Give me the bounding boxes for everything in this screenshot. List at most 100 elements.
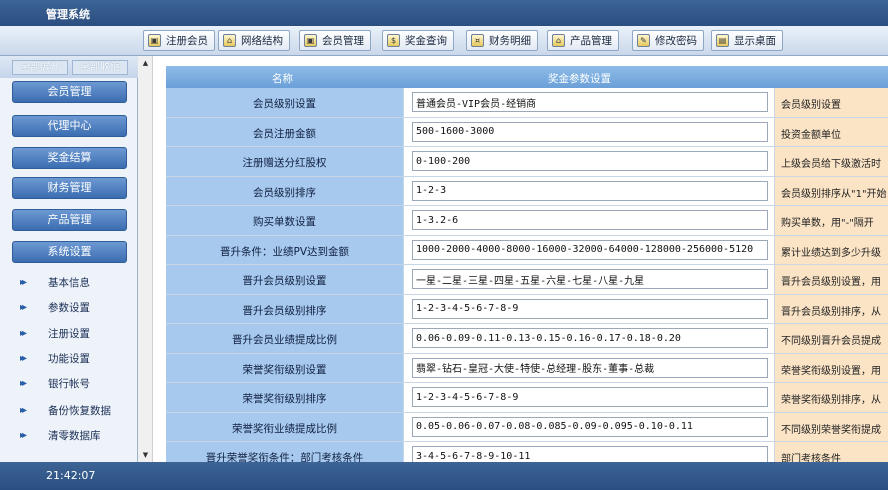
parameter-value-cell	[404, 206, 775, 235]
sidebar-menu-agent-center[interactable]: 代理中心	[12, 115, 127, 137]
parameter-value-input[interactable]	[412, 446, 768, 462]
show-desktop-button[interactable]: ▤ 显示桌面	[711, 30, 783, 51]
parameter-note: 累计业绩达到多少升级	[775, 235, 888, 264]
parameter-value-input[interactable]	[412, 387, 768, 407]
sidebar-menu-product[interactable]: 产品管理	[12, 209, 127, 231]
parameter-name: 荣誉奖衔级别设置	[166, 353, 404, 382]
sidebar-item-label: 注册设置	[48, 327, 90, 340]
parameter-value-cell	[404, 235, 775, 264]
parameter-value-input[interactable]	[412, 239, 768, 260]
scroll-up-icon[interactable]: ▲	[138, 56, 153, 70]
network-structure-button[interactable]: ⌂ 网络结构	[218, 30, 290, 51]
parameter-name: 晋升会员业绩提成比例	[166, 324, 404, 353]
vertical-scrollbar[interactable]: ▲ ▼	[138, 56, 153, 462]
member-management-button[interactable]: ▣ 会员管理	[299, 30, 371, 51]
scroll-down-icon[interactable]: ▼	[138, 448, 153, 462]
table-row: 购买单数设置 购买单数，用"-"隔开	[166, 206, 888, 236]
parameter-name: 晋升荣誉奖衔条件：部门考核条件	[166, 442, 404, 462]
parameter-note: 投资金额单位	[775, 117, 888, 146]
parameter-note: 荣誉奖衔级别设置，用	[775, 353, 888, 382]
table-row: 注册赠送分红股权 上级会员给下级激活时	[166, 147, 888, 177]
parameter-note: 会员级别排序从"1"开始	[775, 176, 888, 205]
parameter-value-input[interactable]	[412, 180, 768, 201]
parameter-name: 注册赠送分红股权	[166, 147, 404, 176]
finance-icon: ¤	[471, 34, 484, 47]
parameter-value-cell	[404, 294, 775, 323]
parameter-note: 不同级别荣誉奖衔提成	[775, 412, 888, 441]
parameter-value-input[interactable]	[412, 328, 768, 348]
toolbar: ▣ 注册会员 ⌂ 网络结构 ▣ 会员管理 $ 奖金查询 ¤ 财务明细 ⌂ 产品管…	[0, 26, 888, 56]
parameter-value-cell	[404, 176, 775, 205]
password-icon: ✎	[637, 34, 650, 47]
register-member-label: 注册会员	[166, 35, 208, 47]
change-password-button[interactable]: ✎ 修改密码	[632, 30, 704, 51]
status-time: 21:42:07	[46, 469, 96, 482]
show-desktop-label: 显示桌面	[734, 35, 776, 47]
app-title: 管理系统	[46, 8, 90, 21]
parameter-value-input[interactable]	[412, 121, 768, 142]
sidebar-item-bank-account[interactable]: ▸▸ 银行帐号	[20, 375, 90, 391]
product-icon: ⌂	[552, 34, 565, 47]
product-management-button[interactable]: ⌂ 产品管理	[547, 30, 619, 51]
table-row: 荣誉奖衔级别设置 荣誉奖衔级别设置，用	[166, 353, 888, 383]
parameter-value-cell	[404, 383, 775, 412]
parameter-value-input[interactable]	[412, 210, 768, 230]
sidebar-item-function-settings[interactable]: ▸▸ 功能设置	[20, 350, 90, 366]
parameter-name: 晋升会员级别设置	[166, 265, 404, 294]
collapse-all-button[interactable]: 全部收缩	[72, 60, 128, 75]
bonus-parameters-table: 名称 奖金参数设置 会员级别设置 会员级别设置会员注册金额 投资金额单位注册赠送分红…	[166, 66, 888, 462]
table-row: 晋升条件：业绩PV达到金额 累计业绩达到多少升级	[166, 235, 888, 265]
parameter-value-cell	[404, 265, 775, 294]
sidebar-item-label: 清零数据库	[48, 429, 101, 442]
register-member-button[interactable]: ▣ 注册会员	[143, 30, 215, 51]
parameter-note: 不同级别晋升会员提成	[775, 324, 888, 353]
table-row: 晋升荣誉奖衔条件：部门考核条件 部门考核条件	[166, 442, 888, 462]
parameter-value-cell	[404, 117, 775, 146]
parameter-value-input[interactable]	[412, 416, 768, 437]
sidebar-item-label: 参数设置	[48, 301, 90, 314]
table-row: 荣誉奖衔业绩提成比例 不同级别荣誉奖衔提成	[166, 412, 888, 442]
parameter-name: 晋升条件：业绩PV达到金额	[166, 235, 404, 264]
double-arrow-icon: ▸▸	[20, 327, 27, 339]
parameter-name: 荣誉奖衔级别排序	[166, 383, 404, 412]
sidebar-menu-bonus-settlement[interactable]: 奖金结算	[12, 147, 127, 169]
bonus-query-button[interactable]: $ 奖金查询	[382, 30, 454, 51]
table-row: 晋升会员级别设置 晋升会员级别设置，用	[166, 265, 888, 295]
network-icon: ⌂	[223, 34, 236, 47]
user-add-icon: ▣	[148, 34, 161, 47]
sidebar-item-clear-database[interactable]: ▸▸ 清零数据库	[20, 427, 101, 443]
sidebar-item-basic-info[interactable]: ▸▸ 基本信息	[20, 274, 90, 290]
parameter-value-input[interactable]	[412, 269, 768, 289]
table-row: 会员注册金额 投资金额单位	[166, 117, 888, 147]
sidebar-menu-member-management[interactable]: 会员管理	[12, 81, 127, 103]
parameter-note: 荣誉奖衔级别排序，从	[775, 383, 888, 412]
expand-all-button[interactable]: 全部展开	[12, 60, 68, 75]
parameter-name: 会员注册金额	[166, 117, 404, 146]
double-arrow-icon: ▸▸	[20, 301, 27, 313]
sidebar-item-registration-settings[interactable]: ▸▸ 注册设置	[20, 325, 90, 341]
parameter-note: 晋升会员级别设置，用	[775, 265, 888, 294]
table-header: 名称 奖金参数设置	[166, 66, 888, 88]
parameter-value-input[interactable]	[412, 92, 768, 112]
parameter-note: 会员级别设置	[775, 88, 888, 117]
sidebar-item-backup-restore[interactable]: ▸▸ 备份恢复数据	[20, 402, 111, 418]
sidebar-item-parameter-settings[interactable]: ▸▸ 参数设置	[20, 299, 90, 315]
table-row: 晋升会员级别排序 晋升会员级别排序，从	[166, 294, 888, 324]
change-password-label: 修改密码	[655, 35, 697, 47]
double-arrow-icon: ▸▸	[20, 352, 27, 364]
sidebar-item-label: 银行帐号	[48, 377, 90, 390]
parameter-value-input[interactable]	[412, 357, 768, 378]
main-content: ▲ ▼ 名称 奖金参数设置 会员级别设置 会员级别设置会员注册金额 投资金额单位注册…	[138, 56, 888, 462]
double-arrow-icon: ▸▸	[20, 404, 27, 416]
sidebar-menu-finance[interactable]: 财务管理	[12, 177, 127, 199]
finance-detail-button[interactable]: ¤ 财务明细	[466, 30, 538, 51]
column-header-name: 名称	[272, 73, 293, 85]
network-structure-label: 网络结构	[241, 35, 283, 47]
app-title-bar: 管理系统	[0, 0, 888, 26]
parameter-note: 购买单数，用"-"隔开	[775, 206, 888, 235]
parameter-value-input[interactable]	[412, 151, 768, 171]
double-arrow-icon: ▸▸	[20, 276, 27, 288]
parameter-value-input[interactable]	[412, 298, 768, 319]
member-management-label: 会员管理	[322, 35, 364, 47]
sidebar-menu-system-settings[interactable]: 系统设置	[12, 241, 127, 263]
